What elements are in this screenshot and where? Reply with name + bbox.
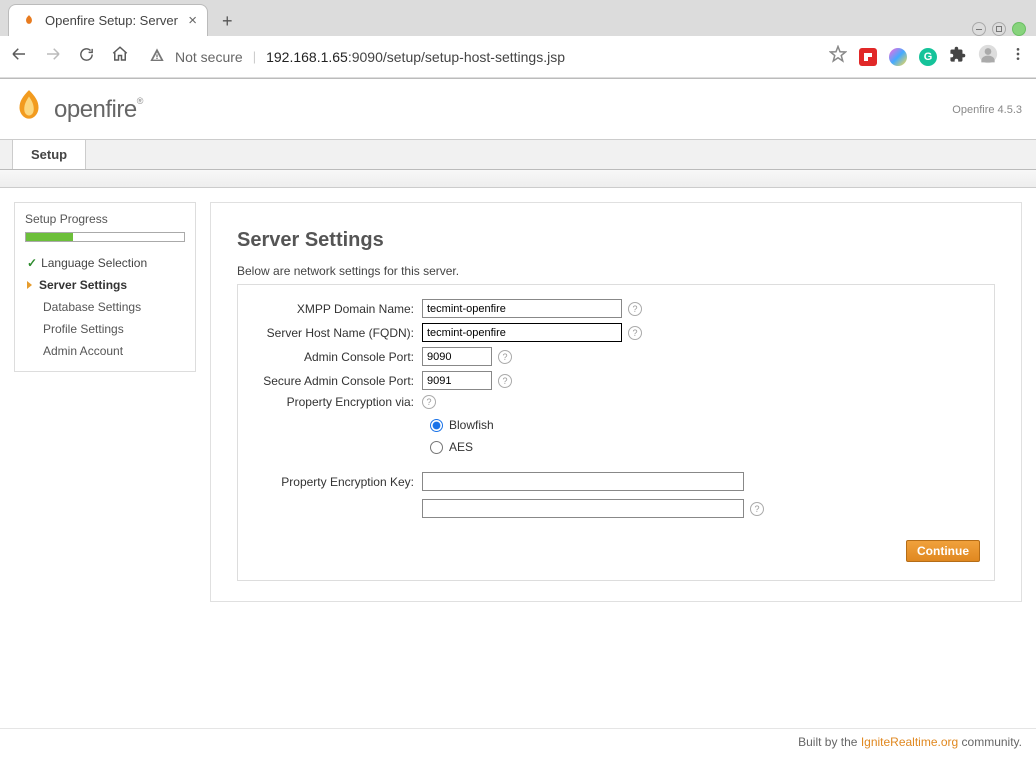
sidebar-item-admin[interactable]: Admin Account	[25, 340, 185, 362]
fqdn-label: Server Host Name (FQDN):	[252, 326, 422, 340]
window-controls	[972, 22, 1036, 36]
header: openfire® Openfire 4.5.3	[0, 79, 1036, 139]
help-icon[interactable]: ?	[422, 395, 436, 409]
sidebar-item-database[interactable]: Database Settings	[25, 296, 185, 318]
continue-button[interactable]: Continue	[906, 540, 980, 562]
star-icon[interactable]	[829, 45, 847, 68]
help-icon[interactable]: ?	[498, 374, 512, 388]
sidebar-item-language[interactable]: ✓Language Selection	[25, 252, 185, 274]
separator: |	[253, 49, 256, 64]
tab-title: Openfire Setup: Server	[45, 13, 178, 28]
nav-tab-setup[interactable]: Setup	[12, 140, 86, 169]
url-text: 192.168.1.65:9090/setup/setup-host-setti…	[266, 49, 565, 65]
footer-link[interactable]: IgniteRealtime.org	[861, 735, 958, 749]
back-icon[interactable]	[10, 45, 28, 68]
top-nav: Setup	[0, 139, 1036, 170]
progress-bar	[25, 232, 185, 242]
footer: Built by the IgniteRealtime.org communit…	[0, 728, 1036, 761]
forward-icon[interactable]	[44, 45, 62, 68]
window-minimize-button[interactable]	[972, 22, 986, 36]
form-box: XMPP Domain Name: ? Server Host Name (FQ…	[237, 284, 995, 581]
sidebar-item-server-settings[interactable]: Server Settings	[25, 274, 185, 296]
secure-port-input[interactable]	[422, 371, 492, 390]
page-title: Server Settings	[237, 229, 995, 252]
tab-close-icon[interactable]: ×	[188, 12, 197, 29]
fqdn-input[interactable]	[422, 323, 622, 342]
radio-blowfish-label: Blowfish	[449, 418, 494, 432]
radio-blowfish[interactable]	[430, 419, 443, 432]
check-icon: ✓	[27, 256, 37, 270]
url-field[interactable]: Not secure | 192.168.1.65:9090/setup/set…	[141, 42, 817, 72]
tab-bar: Openfire Setup: Server × +	[0, 0, 1036, 36]
encryption-label: Property Encryption via:	[252, 395, 422, 409]
sidebar-item-profile[interactable]: Profile Settings	[25, 318, 185, 340]
help-icon[interactable]: ?	[628, 326, 642, 340]
footer-prefix: Built by the	[798, 735, 861, 749]
progress-fill	[26, 233, 73, 241]
grammarly-icon[interactable]: G	[919, 48, 937, 66]
page-description: Below are network settings for this serv…	[237, 264, 995, 278]
menu-icon[interactable]	[1010, 46, 1026, 67]
browser-tab[interactable]: Openfire Setup: Server ×	[8, 4, 208, 36]
help-icon[interactable]: ?	[498, 350, 512, 364]
sidebar-progress-label: Setup Progress	[25, 212, 185, 226]
security-warning-icon	[149, 47, 165, 66]
reload-icon[interactable]	[78, 46, 95, 68]
extensions-icon[interactable]	[949, 46, 966, 68]
footer-suffix: community.	[958, 735, 1022, 749]
xmpp-domain-input[interactable]	[422, 299, 622, 318]
window-maximize-button[interactable]	[992, 22, 1006, 36]
radio-aes[interactable]	[430, 441, 443, 454]
address-bar: Not secure | 192.168.1.65:9090/setup/set…	[0, 36, 1036, 78]
help-icon[interactable]: ?	[750, 502, 764, 516]
sidebar: Setup Progress ✓Language Selection Serve…	[14, 202, 196, 372]
profile-icon[interactable]	[978, 44, 998, 69]
browser-chrome: Openfire Setup: Server × +	[0, 0, 1036, 79]
xmpp-domain-label: XMPP Domain Name:	[252, 302, 422, 316]
secure-port-label: Secure Admin Console Port:	[252, 374, 422, 388]
radio-aes-label: AES	[449, 440, 473, 454]
radio-aes-row[interactable]: AES	[430, 436, 980, 458]
radio-blowfish-row[interactable]: Blowfish	[430, 414, 980, 436]
logo-flame-icon	[10, 87, 48, 133]
admin-port-input[interactable]	[422, 347, 492, 366]
encryption-key-input[interactable]	[422, 472, 744, 491]
extension-icon-2[interactable]	[889, 48, 907, 66]
admin-port-label: Admin Console Port:	[252, 350, 422, 364]
sub-nav-bar	[0, 170, 1036, 188]
logo-text: openfire®	[54, 96, 143, 124]
tab-favicon-icon	[21, 13, 37, 29]
main-panel: Server Settings Below are network settin…	[210, 202, 1022, 602]
encryption-key-confirm-input[interactable]	[422, 499, 744, 518]
flipboard-icon[interactable]	[859, 48, 877, 66]
version-text: Openfire 4.5.3	[952, 104, 1022, 116]
home-icon[interactable]	[111, 45, 129, 68]
new-tab-button[interactable]: +	[214, 7, 241, 36]
encryption-key-label: Property Encryption Key:	[252, 475, 422, 489]
page-body: openfire® Openfire 4.5.3 Setup Setup Pro…	[0, 79, 1036, 761]
window-close-button[interactable]	[1012, 22, 1026, 36]
help-icon[interactable]: ?	[628, 302, 642, 316]
security-label: Not secure	[175, 49, 243, 65]
